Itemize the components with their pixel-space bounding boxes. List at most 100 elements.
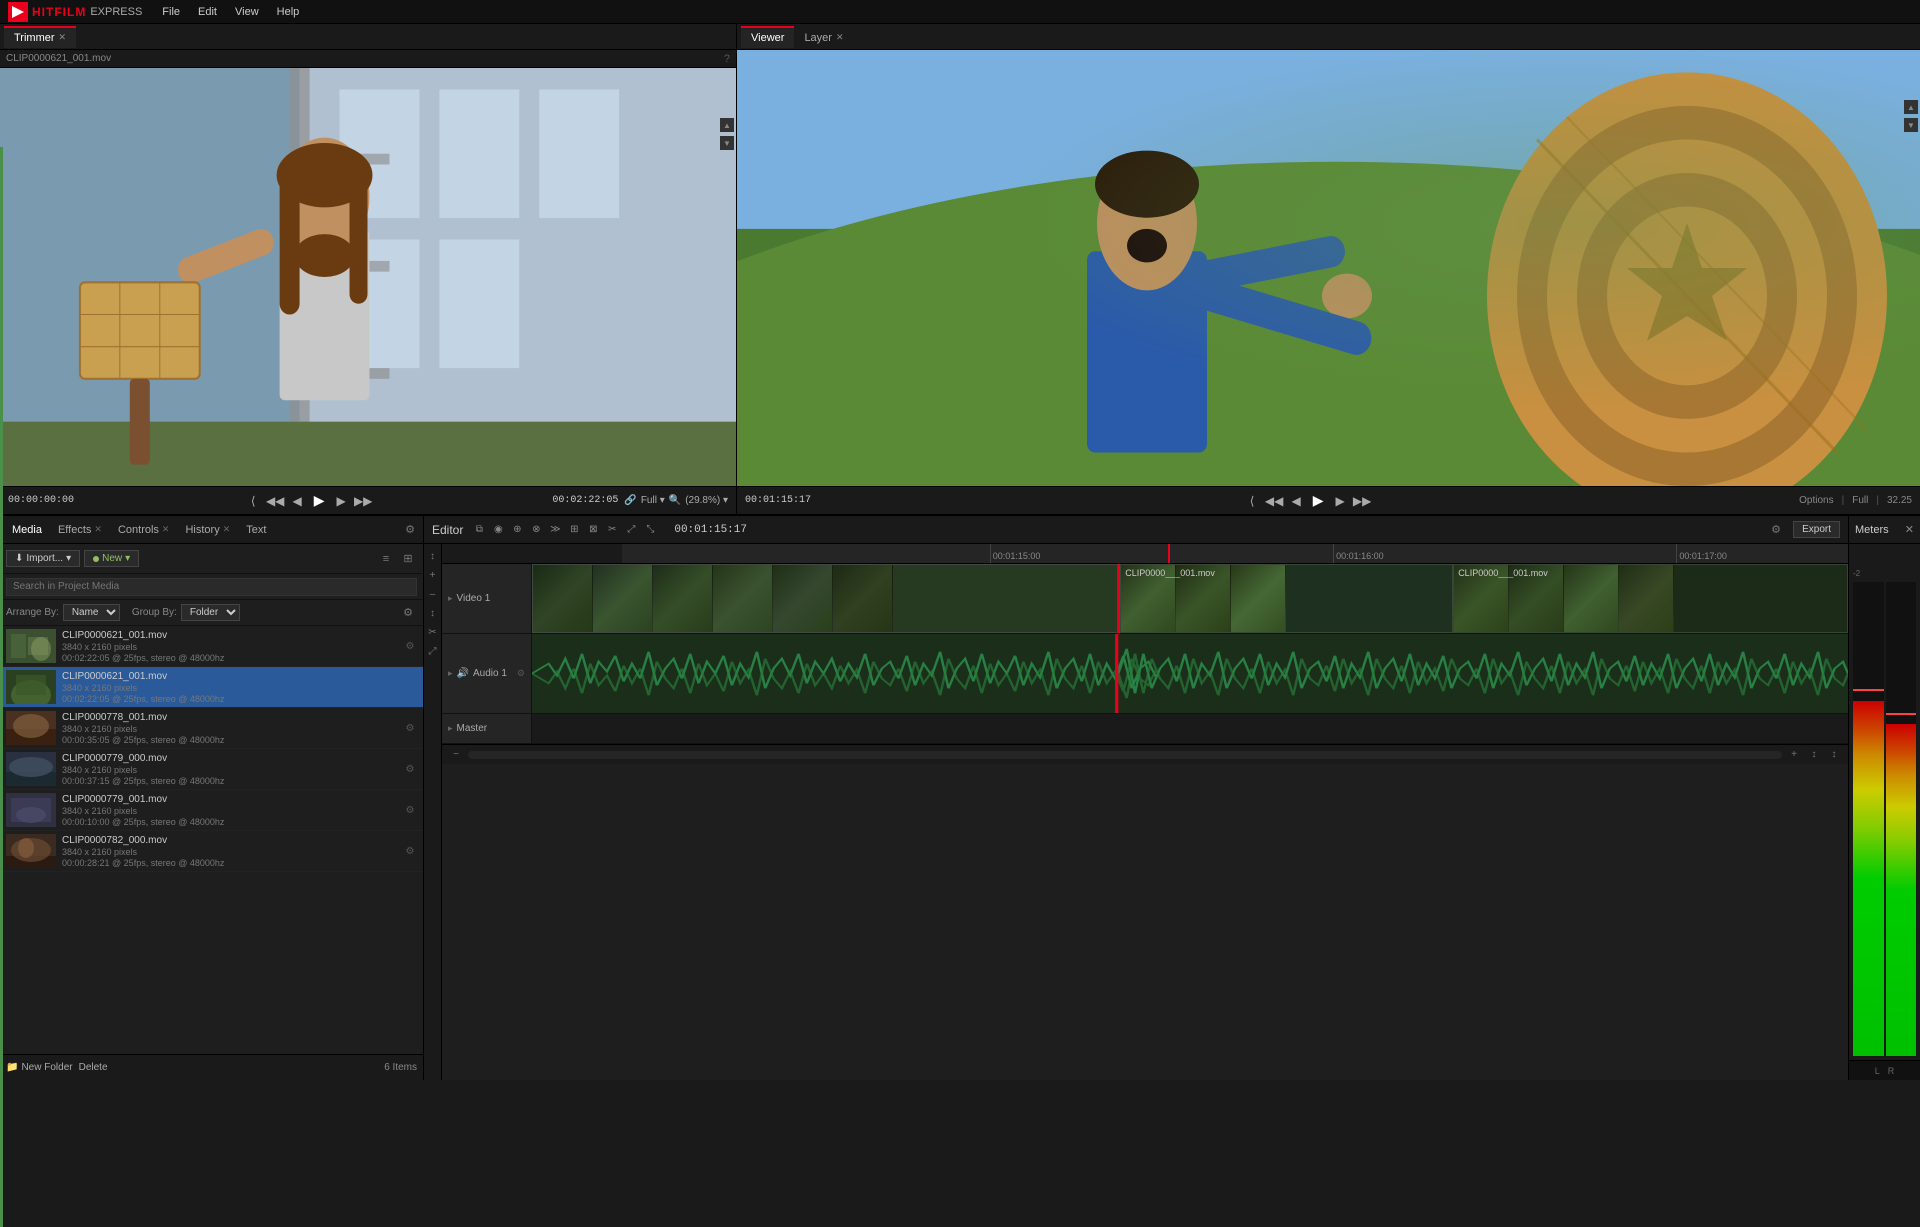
editor-ctrl-8[interactable]: ✂ [604, 522, 620, 538]
viewer-options[interactable]: Options [1799, 495, 1833, 506]
viewer-full[interactable]: Full [1852, 495, 1868, 506]
audio-track-expand[interactable]: ▸ [448, 668, 453, 679]
viewer-play-btn[interactable]: ▶ [1309, 492, 1327, 510]
trimmer-ctrl-2[interactable]: ▼ [720, 136, 734, 150]
viewer-settings: Options | Full | 32.25 [1799, 495, 1912, 506]
viewer-ctrl-1[interactable]: ▲ [1904, 100, 1918, 114]
viewer-ctrl-2[interactable]: ▼ [1904, 118, 1918, 132]
editor-ctrl-3[interactable]: ⊕ [509, 522, 525, 538]
tl-tool-1[interactable]: ↕ [425, 548, 441, 564]
video-clip-3[interactable]: CLIP0000___001.mov [1453, 564, 1848, 633]
new-button[interactable]: New ▾ [84, 550, 139, 567]
tab-controls[interactable]: Controls ✕ [110, 520, 178, 540]
tl-zoom-in[interactable]: + [1786, 747, 1802, 763]
import-button[interactable]: ⬇ Import... ▾ [6, 550, 80, 567]
trimmer-ctrl-1[interactable]: ▲ [720, 118, 734, 132]
viewer-next-btn[interactable]: ▶▶ [1353, 492, 1371, 510]
editor-ctrl-5[interactable]: ≫ [547, 522, 563, 538]
media-item-2[interactable]: CLIP0000778_001.mov 3840 x 2160 pixels 0… [0, 708, 423, 749]
effects-tab-close[interactable]: ✕ [94, 524, 102, 535]
video-track-expand[interactable]: ▸ [448, 593, 453, 604]
viewer-in-btn[interactable]: ⟨ [1243, 492, 1261, 510]
meters-footer: L R [1849, 1060, 1920, 1080]
trimmer-tab[interactable]: Trimmer ✕ [4, 26, 76, 48]
tab-media[interactable]: Media [4, 520, 50, 540]
editor-ctrl-9[interactable]: ⤢ [623, 522, 639, 538]
media-item-1[interactable]: CLIP0000621_001.mov 3840 x 2160 pixels 0… [0, 667, 423, 708]
next-frame-btn[interactable]: ▶▶ [354, 492, 372, 510]
step-back-btn[interactable]: ◀ [288, 492, 306, 510]
editor-ctrl-7[interactable]: ⊠ [585, 522, 601, 538]
trimmer-tab-close[interactable]: ✕ [59, 32, 67, 43]
group-select[interactable]: Folder Type [181, 604, 240, 621]
history-tab-close[interactable]: ✕ [223, 524, 231, 535]
tl-tool-4[interactable]: ↕ [425, 605, 441, 621]
search-input[interactable] [6, 578, 417, 596]
viewer-transport-controls: ⟨ ◀◀ ◀ ▶ ▶ ▶▶ [821, 492, 1793, 510]
meters-panel: Meters ✕ -2 -2 -12 -18 -24 -30 [1848, 516, 1920, 1080]
tl-tool-5[interactable]: ✂ [425, 624, 441, 640]
editor-ctrl-1[interactable]: ⧉ [471, 522, 487, 538]
media-details-0a: 3840 x 2160 pixels [62, 642, 397, 652]
tl-tool-3[interactable]: – [425, 586, 441, 602]
delete-button[interactable]: Delete [79, 1062, 108, 1073]
new-folder-button[interactable]: 📁 New Folder [6, 1062, 73, 1073]
editor-ctrl-10[interactable]: ⤡ [642, 522, 658, 538]
set-in-btn[interactable]: ⟨ [244, 492, 262, 510]
tl-tool-bottom-1[interactable]: ↕ [1806, 747, 1822, 763]
controls-tab-close[interactable]: ✕ [162, 524, 170, 535]
editor-header: Editor ⧉ ◉ ⊕ ⊗ ≫ ⊞ ⊠ ✂ ⤢ ⤡ 00:01:15:17 ⚙… [424, 516, 1848, 544]
media-item-3[interactable]: CLIP0000779_000.mov 3840 x 2160 pixels 0… [0, 749, 423, 790]
tl-tool-2[interactable]: + [425, 567, 441, 583]
arrange-settings-icon[interactable]: ⚙ [399, 604, 417, 622]
menu-view[interactable]: View [227, 4, 267, 20]
tab-history[interactable]: History ✕ [177, 520, 238, 540]
arrange-select[interactable]: Name Date Type [63, 604, 120, 621]
editor-settings-icon[interactable]: ⚙ [1767, 521, 1785, 539]
export-button[interactable]: Export [1793, 521, 1840, 538]
list-view-icon[interactable]: ≡ [377, 550, 395, 568]
zoom-icon: 🔍 [669, 495, 681, 506]
prev-frame-btn[interactable]: ◀◀ [266, 492, 284, 510]
editor-title: Editor [432, 523, 463, 537]
meters-close-btn[interactable]: ✕ [1905, 523, 1914, 536]
video-clip-1[interactable] [532, 564, 1118, 633]
viewer-step-fwd-btn[interactable]: ▶ [1331, 492, 1349, 510]
tl-tool-6[interactable]: ⤢ [425, 643, 441, 659]
media-item-settings-3[interactable]: ⚙ [403, 762, 417, 776]
media-item-settings-0[interactable]: ⚙ [403, 639, 417, 653]
media-item-settings-2[interactable]: ⚙ [403, 721, 417, 735]
menu-help[interactable]: Help [269, 4, 308, 20]
layer-tab[interactable]: Layer ✕ [794, 26, 853, 48]
video-clip-2[interactable]: CLIP0000___001.mov [1120, 564, 1453, 633]
tl-zoom-out[interactable]: − [448, 747, 464, 763]
trimmer-help[interactable]: ? [724, 53, 730, 65]
media-item-5[interactable]: CLIP0000782_000.mov 3840 x 2160 pixels 0… [0, 831, 423, 872]
tab-effects[interactable]: Effects ✕ [50, 520, 110, 540]
audio-settings-icon[interactable]: ⚙ [517, 668, 525, 679]
master-track-expand[interactable]: ▸ [448, 723, 453, 734]
viewer-tab[interactable]: Viewer [741, 26, 794, 48]
media-settings-icon[interactable]: ⚙ [401, 521, 419, 539]
viewer-prev-btn[interactable]: ◀◀ [1265, 492, 1283, 510]
step-fwd-btn[interactable]: ▶ [332, 492, 350, 510]
tl-tool-bottom-2[interactable]: ↕ [1826, 747, 1842, 763]
media-item-4[interactable]: CLIP0000779_001.mov 3840 x 2160 pixels 0… [0, 790, 423, 831]
play-btn[interactable]: ▶ [310, 492, 328, 510]
menu-edit[interactable]: Edit [190, 4, 225, 20]
grid-view-icon[interactable]: ⊞ [399, 550, 417, 568]
timeline-scrollbar[interactable] [468, 751, 1782, 759]
media-item-0[interactable]: CLIP0000621_001.mov 3840 x 2160 pixels 0… [0, 626, 423, 667]
editor-ctrl-2[interactable]: ◉ [490, 522, 506, 538]
media-details-5b: 00:00:28:21 @ 25fps, stereo @ 48000hz [62, 858, 397, 868]
viewer-step-back-btn[interactable]: ◀ [1287, 492, 1305, 510]
media-item-settings-5[interactable]: ⚙ [403, 844, 417, 858]
layer-tab-close[interactable]: ✕ [836, 32, 844, 43]
menu-file[interactable]: File [154, 4, 188, 20]
editor-ctrl-6[interactable]: ⊞ [566, 522, 582, 538]
tab-text[interactable]: Text [238, 520, 274, 540]
editor-right-controls: ⚙ Export [1767, 521, 1840, 539]
audio-track-label: ▸ 🔊 Audio 1 ⚙ [442, 634, 532, 713]
editor-ctrl-4[interactable]: ⊗ [528, 522, 544, 538]
media-item-settings-4[interactable]: ⚙ [403, 803, 417, 817]
